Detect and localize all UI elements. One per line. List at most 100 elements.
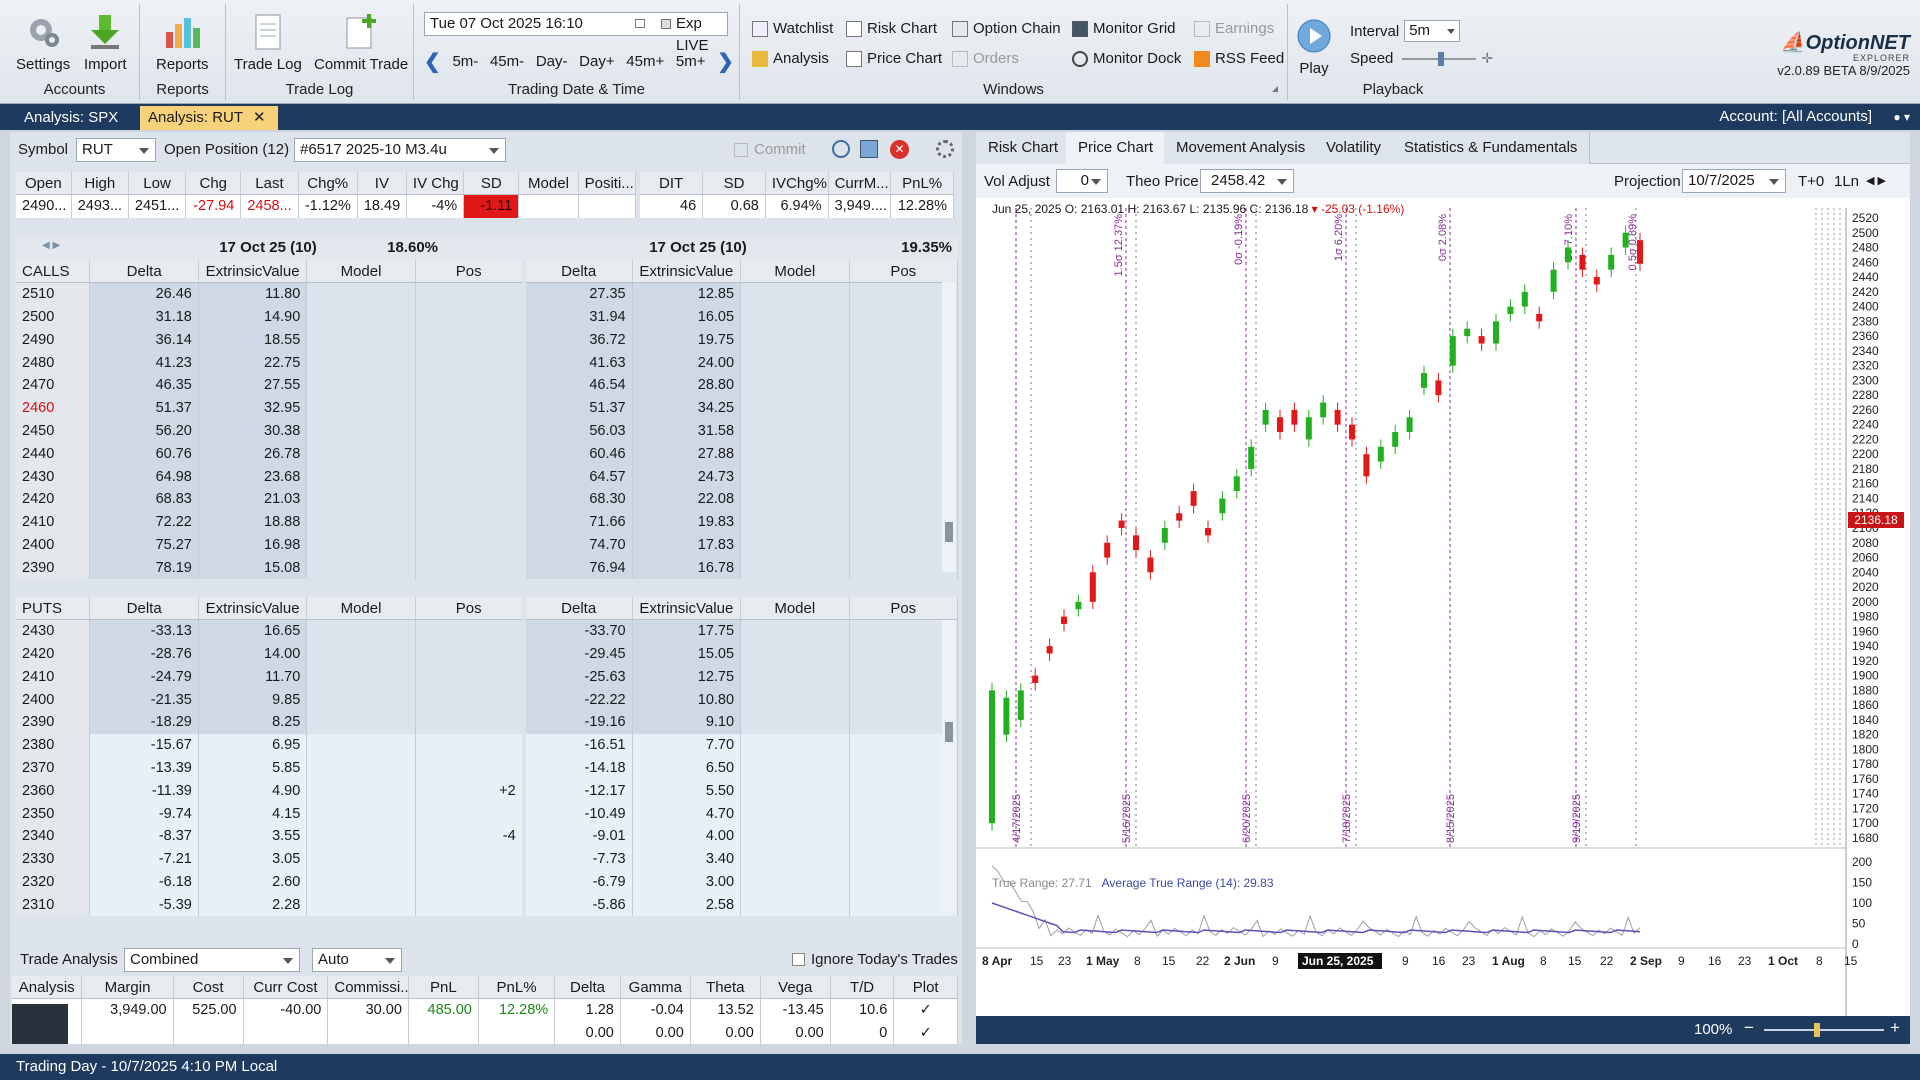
value-cell[interactable] [306, 756, 416, 780]
position-cell[interactable] [415, 396, 525, 420]
value-cell[interactable]: 27.88 [632, 442, 742, 466]
option-row[interactable]: 2390 78.19 15.08 76.94 16.78 [16, 556, 958, 580]
position-cell[interactable]: +2 [415, 779, 525, 803]
value-cell[interactable]: 21.03 [198, 487, 308, 511]
step-day-fwd[interactable]: Day+ [579, 53, 614, 70]
value-cell[interactable]: 46.35 [89, 373, 199, 397]
option-row[interactable]: 2360 -11.39 4.90 +2 -12.17 5.50 [16, 779, 958, 803]
value-cell[interactable]: 31.58 [632, 419, 742, 443]
value-cell[interactable] [740, 642, 850, 666]
value-cell[interactable]: 2.58 [632, 893, 742, 917]
value-cell[interactable]: 68.30 [521, 487, 633, 511]
zoom-thumb[interactable] [1814, 1023, 1820, 1037]
value-cell[interactable] [306, 510, 416, 534]
value-cell[interactable]: 17.83 [632, 533, 742, 557]
value-cell[interactable]: -5.86 [521, 893, 633, 917]
value-cell[interactable]: -14.18 [521, 756, 633, 780]
strike-cell[interactable]: 2450 [16, 419, 91, 443]
option-row[interactable]: 2490 36.14 18.55 36.72 19.75 [16, 328, 958, 352]
ignore-today-checkbox[interactable]: Ignore Today's Trades [792, 951, 958, 968]
interval-select[interactable]: 5m [1404, 20, 1461, 42]
strike-cell[interactable]: 2410 [16, 510, 91, 534]
ta-auto-select[interactable]: Auto [312, 948, 402, 972]
value-cell[interactable]: 4.70 [632, 802, 742, 825]
value-cell[interactable] [740, 556, 850, 580]
value-cell[interactable]: 14.00 [198, 642, 308, 666]
position-cell[interactable] [415, 305, 525, 329]
strike-cell[interactable]: 2470 [16, 373, 91, 397]
option-row[interactable]: 2460 51.37 32.95 51.37 34.25 [16, 396, 958, 420]
value-cell[interactable] [740, 373, 850, 397]
export-icon[interactable] [860, 140, 878, 158]
option-row[interactable]: 2430 -33.13 16.65 -33.70 17.75 [16, 619, 958, 643]
strike-cell[interactable]: 2380 [16, 733, 91, 757]
tab-volatility[interactable]: Volatility [1314, 132, 1395, 164]
gear-icon[interactable] [936, 140, 954, 158]
value-cell[interactable]: 15.08 [198, 556, 308, 580]
strike-cell[interactable]: 2430 [16, 619, 91, 643]
value-cell[interactable]: -10.49 [521, 802, 633, 825]
position-cell[interactable] [415, 642, 525, 666]
tab-price-chart[interactable]: Price Chart [1066, 132, 1167, 164]
value-cell[interactable] [306, 487, 416, 511]
value-cell[interactable] [740, 893, 850, 917]
step-45m-back[interactable]: 45m- [490, 53, 524, 70]
value-cell[interactable]: 60.76 [89, 442, 199, 466]
value-cell[interactable]: 14.90 [198, 305, 308, 329]
value-cell[interactable]: 31.18 [89, 305, 199, 329]
option-row[interactable]: 2400 -21.35 9.85 -22.22 10.80 [16, 688, 958, 711]
value-cell[interactable] [740, 619, 850, 643]
strike-cell[interactable]: 2390 [16, 556, 91, 580]
strike-cell[interactable]: 2340 [16, 824, 91, 848]
value-cell[interactable]: -7.73 [521, 847, 633, 871]
strike-cell[interactable]: 2440 [16, 442, 91, 466]
value-cell[interactable]: 16.78 [632, 556, 742, 580]
value-cell[interactable]: 34.25 [632, 396, 742, 420]
position-cell[interactable] [415, 419, 525, 443]
value-cell[interactable]: 11.80 [198, 282, 308, 306]
value-cell[interactable]: -9.01 [521, 824, 633, 848]
value-cell[interactable] [740, 802, 850, 825]
zoom-slider[interactable] [1764, 1029, 1884, 1031]
value-cell[interactable] [306, 688, 416, 711]
value-cell[interactable]: 3.00 [632, 870, 742, 894]
value-cell[interactable] [740, 487, 850, 511]
value-cell[interactable]: -13.39 [89, 756, 199, 780]
earnings-button[interactable]: Earnings [1194, 20, 1274, 37]
value-cell[interactable] [306, 779, 416, 803]
vol-adjust-spinner[interactable]: 0 [1056, 169, 1108, 193]
value-cell[interactable]: 24.73 [632, 465, 742, 488]
strike-cell[interactable]: 2400 [16, 688, 91, 711]
option-row[interactable]: 2410 72.22 18.88 71.66 19.83 [16, 510, 958, 534]
value-cell[interactable]: 60.46 [521, 442, 633, 466]
value-cell[interactable] [306, 665, 416, 689]
value-cell[interactable] [306, 847, 416, 871]
chevron-right-icon[interactable]: ❯ [717, 49, 734, 74]
value-cell[interactable]: -12.17 [521, 779, 633, 803]
position-cell[interactable] [415, 282, 525, 306]
checkbox-icon[interactable] [661, 19, 671, 29]
value-cell[interactable]: -28.76 [89, 642, 199, 666]
value-cell[interactable]: 51.37 [521, 396, 633, 420]
value-cell[interactable] [306, 619, 416, 643]
theo-price-spinner[interactable]: 2458.42 [1200, 169, 1294, 193]
step-5m-fwd[interactable]: 5m+ [676, 53, 706, 70]
value-cell[interactable]: -7.21 [89, 847, 199, 871]
value-cell[interactable]: 10.80 [632, 688, 742, 711]
value-cell[interactable]: 75.27 [89, 533, 199, 557]
strike-cell[interactable]: 2360 [16, 779, 91, 803]
value-cell[interactable] [740, 688, 850, 711]
value-cell[interactable]: 30.38 [198, 419, 308, 443]
strike-cell[interactable]: 2350 [16, 802, 91, 825]
option-row[interactable]: 2470 46.35 27.55 46.54 28.80 [16, 373, 958, 397]
option-row[interactable]: 2410 -24.79 11.70 -25.63 12.75 [16, 665, 958, 689]
value-cell[interactable] [740, 442, 850, 466]
value-cell[interactable]: -19.16 [521, 710, 633, 734]
value-cell[interactable] [740, 847, 850, 871]
position-cell[interactable] [415, 533, 525, 557]
option-row[interactable]: 2500 31.18 14.90 31.94 16.05 [16, 305, 958, 329]
scroll-thumb[interactable] [945, 722, 953, 742]
value-cell[interactable]: 74.70 [521, 533, 633, 557]
value-cell[interactable] [306, 328, 416, 352]
option-chain-button[interactable]: Option Chain [952, 20, 1061, 37]
